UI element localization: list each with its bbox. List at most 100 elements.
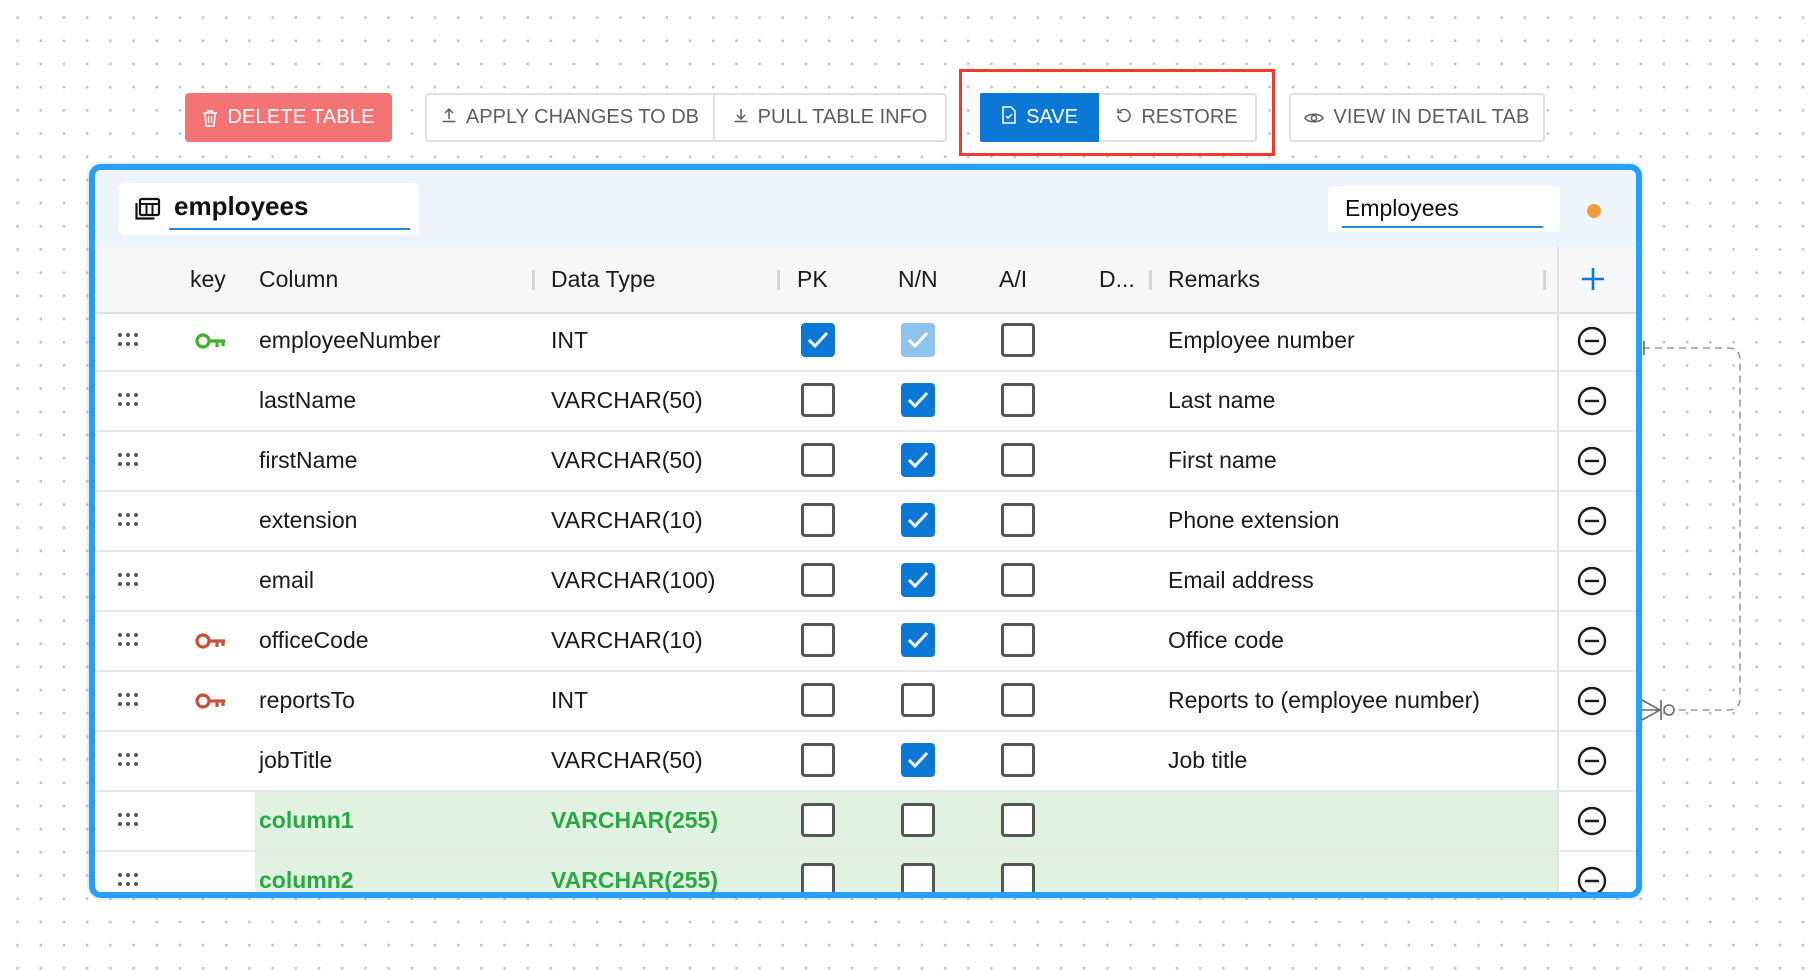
minus-circle-icon xyxy=(1577,506,1607,536)
data-type-cell[interactable]: INT xyxy=(551,327,588,354)
column-name-cell[interactable]: firstName xyxy=(259,447,357,474)
add-column-button[interactable] xyxy=(1574,260,1612,298)
drag-handle-icon[interactable] xyxy=(117,810,139,830)
pk-checkbox[interactable] xyxy=(801,743,835,777)
auto-increment-checkbox[interactable] xyxy=(1001,563,1035,597)
pk-checkbox[interactable] xyxy=(801,443,835,477)
remarks-cell[interactable]: Last name xyxy=(1168,387,1275,414)
pk-checkbox[interactable] xyxy=(801,623,835,657)
delete-table-button[interactable]: DELETE TABLE xyxy=(185,93,392,142)
auto-increment-checkbox[interactable] xyxy=(1001,623,1035,657)
header-auto-increment: A/I xyxy=(999,266,1028,292)
remove-column-button[interactable] xyxy=(1576,565,1608,597)
not-null-checkbox[interactable] xyxy=(901,683,935,717)
minus-circle-icon xyxy=(1577,866,1607,892)
data-type-cell[interactable]: VARCHAR(50) xyxy=(551,387,703,414)
auto-increment-checkbox[interactable] xyxy=(1001,503,1035,537)
data-type-cell[interactable]: VARCHAR(10) xyxy=(551,627,703,654)
auto-increment-checkbox[interactable] xyxy=(1001,383,1035,417)
eye-icon xyxy=(1304,111,1325,125)
drag-handle-icon[interactable] xyxy=(117,390,139,410)
not-null-checkbox[interactable] xyxy=(901,443,935,477)
remarks-cell[interactable]: First name xyxy=(1168,447,1277,474)
pk-checkbox[interactable] xyxy=(801,803,835,837)
table-row: column1 VARCHAR(255) xyxy=(95,792,1636,852)
data-type-cell[interactable]: VARCHAR(50) xyxy=(551,747,703,774)
pk-checkbox[interactable] xyxy=(801,503,835,537)
data-type-cell[interactable]: INT xyxy=(551,687,588,714)
remarks-cell[interactable]: Reports to (employee number) xyxy=(1168,687,1480,714)
minus-circle-icon xyxy=(1577,566,1607,596)
remarks-cell[interactable]: Office code xyxy=(1168,627,1284,654)
view-in-detail-tab-button[interactable]: VIEW IN DETAIL TAB xyxy=(1289,93,1545,142)
pull-table-info-button[interactable]: PULL TABLE INFO xyxy=(715,95,945,140)
drag-handle-icon[interactable] xyxy=(117,570,139,590)
remarks-cell[interactable]: Phone extension xyxy=(1168,507,1339,534)
pk-checkbox[interactable] xyxy=(801,563,835,597)
remove-column-button[interactable] xyxy=(1576,385,1608,417)
drag-handle-icon[interactable] xyxy=(117,870,139,890)
remarks-cell[interactable]: Employee number xyxy=(1168,327,1355,354)
data-type-cell[interactable]: VARCHAR(10) xyxy=(551,507,703,534)
remove-column-button[interactable] xyxy=(1576,685,1608,717)
auto-increment-checkbox[interactable] xyxy=(1001,863,1035,892)
not-null-checkbox[interactable] xyxy=(901,743,935,777)
pk-checkbox[interactable] xyxy=(801,683,835,717)
column-name-cell[interactable]: column1 xyxy=(259,807,354,834)
drag-handle-icon[interactable] xyxy=(117,450,139,470)
drag-handle-icon[interactable] xyxy=(117,630,139,650)
plus-icon xyxy=(1582,268,1604,290)
column-name-cell[interactable]: email xyxy=(259,567,314,594)
data-type-cell[interactable]: VARCHAR(100) xyxy=(551,567,715,594)
drag-handle-icon[interactable] xyxy=(117,690,139,710)
auto-increment-checkbox[interactable] xyxy=(1001,443,1035,477)
remarks-cell[interactable]: Job title xyxy=(1168,747,1247,774)
not-null-checkbox[interactable] xyxy=(901,383,935,417)
column-name-cell[interactable]: jobTitle xyxy=(259,747,332,774)
column-resize-handle[interactable] xyxy=(777,270,780,290)
remarks-cell[interactable]: Email address xyxy=(1168,567,1314,594)
data-type-cell[interactable]: VARCHAR(255) xyxy=(551,807,718,834)
auto-increment-checkbox[interactable] xyxy=(1001,803,1035,837)
column-resize-handle[interactable] xyxy=(1543,270,1546,290)
data-type-cell[interactable]: VARCHAR(50) xyxy=(551,447,703,474)
not-null-checkbox[interactable] xyxy=(901,863,935,892)
column-resize-handle[interactable] xyxy=(1149,270,1152,290)
not-null-checkbox[interactable] xyxy=(901,623,935,657)
drag-handle-icon[interactable] xyxy=(117,330,139,350)
remove-column-button[interactable] xyxy=(1576,445,1608,477)
pk-checkbox[interactable] xyxy=(801,323,835,357)
table-name-field[interactable]: employees xyxy=(119,183,419,235)
drag-handle-icon[interactable] xyxy=(117,510,139,530)
remove-column-button[interactable] xyxy=(1576,505,1608,537)
minus-circle-icon xyxy=(1577,446,1607,476)
column-name-cell[interactable]: employeeNumber xyxy=(259,327,441,354)
table-name[interactable]: employees xyxy=(174,191,308,222)
column-name-cell[interactable]: column2 xyxy=(259,867,354,892)
drag-handle-icon[interactable] xyxy=(117,750,139,770)
remove-column-button[interactable] xyxy=(1576,865,1608,892)
remove-column-button[interactable] xyxy=(1576,325,1608,357)
column-name-cell[interactable]: extension xyxy=(259,507,357,534)
minus-circle-icon xyxy=(1577,626,1607,656)
auto-increment-checkbox[interactable] xyxy=(1001,323,1035,357)
data-type-cell[interactable]: VARCHAR(255) xyxy=(551,867,718,892)
column-name-cell[interactable]: lastName xyxy=(259,387,356,414)
table-icon xyxy=(135,197,161,226)
column-name-cell[interactable]: officeCode xyxy=(259,627,369,654)
auto-increment-checkbox[interactable] xyxy=(1001,743,1035,777)
table-comment-field[interactable]: Employees xyxy=(1328,186,1560,232)
remove-column-button[interactable] xyxy=(1576,805,1608,837)
apply-changes-button[interactable]: APPLY CHANGES TO DB xyxy=(427,95,715,140)
pk-checkbox[interactable] xyxy=(801,383,835,417)
remove-column-button[interactable] xyxy=(1576,745,1608,777)
remove-column-button[interactable] xyxy=(1576,625,1608,657)
table-comment[interactable]: Employees xyxy=(1345,195,1459,222)
not-null-checkbox[interactable] xyxy=(901,563,935,597)
column-name-cell[interactable]: reportsTo xyxy=(259,687,355,714)
column-resize-handle[interactable] xyxy=(532,270,535,290)
pk-checkbox[interactable] xyxy=(801,863,835,892)
not-null-checkbox[interactable] xyxy=(901,803,935,837)
auto-increment-checkbox[interactable] xyxy=(1001,683,1035,717)
not-null-checkbox[interactable] xyxy=(901,503,935,537)
